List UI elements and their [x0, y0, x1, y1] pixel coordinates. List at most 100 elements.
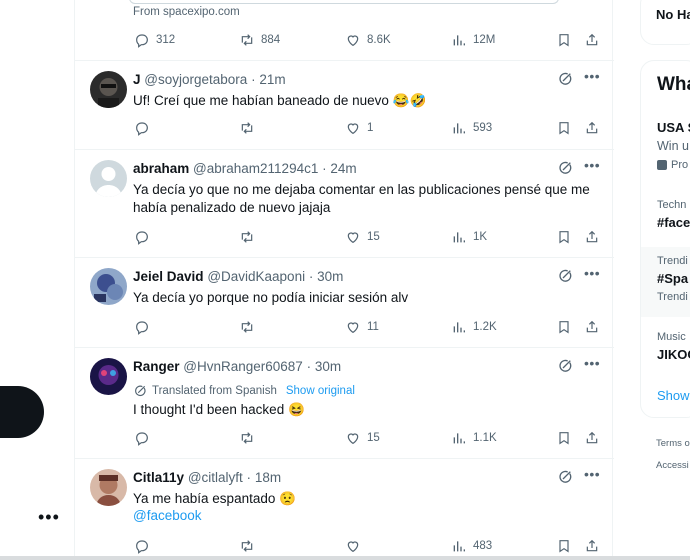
mention-link[interactable]: @facebook — [133, 508, 202, 523]
like-button[interactable]: 1 — [345, 120, 373, 136]
views-icon — [453, 541, 465, 552]
repost-button[interactable] — [239, 229, 261, 245]
avatar[interactable] — [90, 469, 127, 506]
views-button[interactable]: 1.1K — [451, 430, 497, 446]
share-button[interactable] — [584, 32, 600, 48]
views-button[interactable]: 1.2K — [451, 319, 497, 335]
author-name[interactable]: abraham — [133, 161, 189, 176]
timestamp[interactable]: 21m — [259, 72, 285, 87]
trend-item[interactable]: Trendi #Spa Trendi — [641, 247, 690, 317]
grok-icon[interactable] — [557, 358, 573, 374]
show-more-link[interactable]: Show — [657, 388, 690, 403]
author-handle[interactable]: @DavidKaaponi — [207, 269, 305, 284]
share-button[interactable] — [584, 229, 600, 245]
share-button[interactable] — [584, 430, 600, 446]
avatar[interactable] — [90, 268, 127, 305]
repost-button[interactable] — [239, 319, 261, 335]
views-icon — [453, 232, 465, 243]
author-name[interactable]: J — [133, 72, 141, 87]
more-icon[interactable]: ••• — [584, 157, 600, 173]
trend-category: Music — [657, 331, 686, 343]
post-button[interactable] — [0, 386, 44, 438]
author-name[interactable]: Ranger — [133, 359, 180, 374]
like-icon — [347, 123, 359, 135]
bookmark-button[interactable] — [556, 229, 572, 245]
like-button[interactable]: 15 — [345, 430, 380, 446]
avatar[interactable] — [90, 358, 127, 395]
grok-icon[interactable] — [557, 268, 573, 284]
share-button[interactable] — [584, 538, 600, 554]
author-handle[interactable]: @citlalyft — [188, 470, 243, 485]
author-name[interactable]: Jeiel David — [133, 269, 204, 284]
tweet-text: I thought I'd been hacked 😆 — [133, 402, 305, 417]
like-button[interactable]: 8.6K — [345, 32, 391, 48]
like-button[interactable] — [345, 538, 367, 554]
timestamp[interactable]: 18m — [255, 470, 281, 485]
views-button[interactable]: 12M — [451, 32, 495, 48]
reply-button[interactable] — [134, 120, 156, 136]
author-handle[interactable]: @soyjorgetabora — [144, 72, 247, 87]
trend-item[interactable]: Techn #face — [641, 191, 690, 243]
share-button[interactable] — [584, 319, 600, 335]
author-handle[interactable]: @HvnRanger60687 — [183, 359, 303, 374]
grok-icon[interactable] — [557, 469, 573, 485]
timestamp[interactable]: 30m — [315, 359, 341, 374]
like-button[interactable]: 11 — [345, 319, 379, 335]
bookmark-button[interactable] — [556, 32, 572, 48]
footer-accessibility-link[interactable]: Accessi — [656, 460, 689, 471]
card-source-link[interactable]: From spacexipo.com — [133, 6, 240, 18]
repost-button[interactable] — [239, 430, 261, 446]
share-icon — [586, 539, 598, 552]
bookmark-button[interactable] — [556, 120, 572, 136]
action-bar: 1 593 — [133, 120, 603, 138]
reply-icon — [136, 321, 148, 335]
tweet-parent[interactable]: From spacexipo.com 312 884 8.6K 12M — [75, 0, 614, 61]
views-button[interactable]: 593 — [451, 120, 492, 136]
bottom-scroll-bar — [0, 556, 690, 560]
tweet-reply[interactable]: Jeiel David @DavidKaaponi · 30m ••• Ya d… — [75, 258, 614, 348]
link-card[interactable] — [129, 0, 559, 4]
share-button[interactable] — [584, 120, 600, 136]
bookmark-button[interactable] — [556, 538, 572, 554]
reply-button[interactable] — [134, 538, 156, 554]
author-name[interactable]: Citla11y — [133, 470, 184, 485]
tweet-header: Citla11y @citlalyft · 18m — [133, 470, 281, 485]
show-original-link[interactable]: Show original — [286, 385, 355, 397]
bookmark-button[interactable] — [556, 319, 572, 335]
repost-button[interactable] — [239, 538, 261, 554]
repost-button[interactable]: 884 — [239, 32, 280, 48]
bookmark-icon — [559, 34, 569, 47]
more-icon[interactable]: ••• — [584, 68, 600, 84]
bookmark-button[interactable] — [556, 430, 572, 446]
tweet-reply[interactable]: Ranger @HvnRanger60687 · 30m ••• Transla… — [75, 348, 614, 459]
repost-icon — [241, 122, 253, 134]
grok-icon[interactable] — [557, 160, 573, 176]
footer-terms-link[interactable]: Terms o — [656, 438, 690, 449]
timestamp[interactable]: 24m — [330, 161, 356, 176]
more-icon[interactable]: ••• — [584, 355, 600, 371]
avatar[interactable] — [90, 71, 127, 108]
sidebar-top-text[interactable]: No Ha — [656, 7, 690, 22]
reply-button[interactable] — [134, 229, 156, 245]
trend-item[interactable]: Music JIKOC — [641, 323, 690, 375]
views-button[interactable]: 1K — [451, 229, 487, 245]
author-handle[interactable]: @abraham211294c1 — [193, 161, 318, 176]
trend-item[interactable]: USA S Win u Pro — [641, 109, 690, 179]
reply-button[interactable] — [134, 430, 156, 446]
views-button[interactable]: 483 — [451, 538, 492, 554]
repost-button[interactable] — [239, 120, 261, 136]
more-icon[interactable]: ••• — [584, 466, 600, 482]
reply-button[interactable] — [134, 319, 156, 335]
like-button[interactable]: 15 — [345, 229, 380, 245]
more-menu-icon[interactable]: ••• — [38, 508, 60, 526]
like-icon — [347, 541, 359, 553]
tweet-reply[interactable]: J @soyjorgetabora · 21m ••• Uf! Creí que… — [75, 61, 614, 150]
grok-icon[interactable] — [557, 71, 573, 87]
avatar[interactable] — [90, 160, 127, 197]
timestamp[interactable]: 30m — [317, 269, 343, 284]
more-icon[interactable]: ••• — [584, 265, 600, 281]
tweet-reply[interactable]: abraham @abraham211294c1 · 24m ••• Ya de… — [75, 150, 614, 258]
reply-button[interactable]: 312 — [134, 32, 175, 48]
tweet-reply[interactable]: Citla11y @citlalyft · 18m ••• Ya me habí… — [75, 459, 614, 560]
tweet-text: Ya decía yo porque no podía iniciar sesi… — [133, 290, 409, 305]
